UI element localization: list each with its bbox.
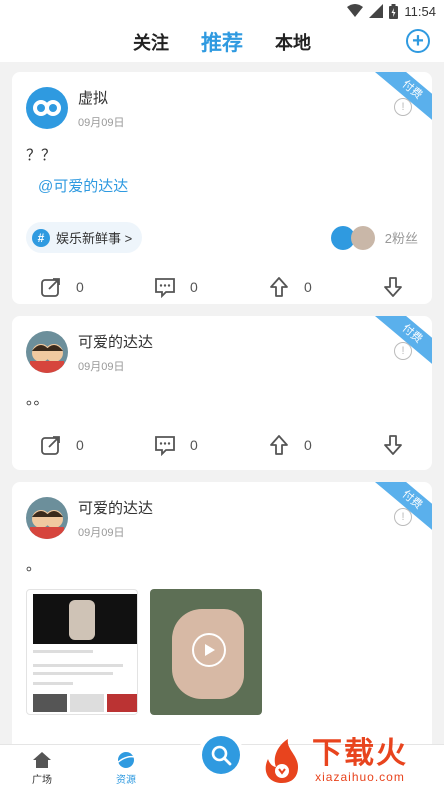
tab-local[interactable]: 本地 xyxy=(275,29,311,55)
avatar[interactable] xyxy=(26,331,68,373)
nav-square[interactable]: 广场 xyxy=(0,751,84,790)
signal-icon xyxy=(369,4,384,18)
nav-label: 资源 xyxy=(116,775,136,786)
upvote-button[interactable]: 0 xyxy=(268,276,364,298)
post-date: 09月09日 xyxy=(78,360,125,373)
status-time: 11:54 xyxy=(404,3,436,19)
share-count: 0 xyxy=(76,437,84,453)
top-nav: 关注 推荐 本地 + xyxy=(0,22,444,62)
fans-info[interactable]: 2粉丝 xyxy=(330,225,418,250)
share-count: 0 xyxy=(76,279,84,295)
battery-icon xyxy=(389,3,399,19)
downvote-button[interactable] xyxy=(382,434,404,456)
downvote-button[interactable] xyxy=(382,276,404,298)
post-text: 。。 xyxy=(26,391,49,408)
tab-following[interactable]: 关注 xyxy=(133,29,169,55)
status-bar: 11:54 xyxy=(0,0,444,22)
post-date: 09月09日 xyxy=(78,116,125,129)
comment-count: 0 xyxy=(190,279,198,295)
search-button[interactable] xyxy=(202,736,240,774)
report-icon[interactable]: ! xyxy=(394,98,412,116)
search-icon xyxy=(211,745,232,766)
flame-logo-icon xyxy=(258,737,306,785)
plus-icon: + xyxy=(412,30,424,52)
hash-icon: # xyxy=(32,228,50,247)
avatar[interactable] xyxy=(26,497,68,539)
up-arrow-icon xyxy=(270,435,288,455)
fans-count: 2粉丝 xyxy=(384,231,418,246)
upvote-count: 0 xyxy=(304,437,312,453)
mention-link[interactable]: @可爱的达达 xyxy=(38,175,418,196)
author-name[interactable]: 可爱的达达 xyxy=(78,331,153,352)
comment-button[interactable]: 0 xyxy=(154,434,250,456)
report-icon[interactable]: ! xyxy=(394,342,412,360)
upvote-count: 0 xyxy=(304,279,312,295)
comment-icon xyxy=(155,436,175,456)
avatar xyxy=(350,225,375,250)
post-card[interactable]: 付费 虚拟 09月09日 ! ？？ @可爱的达达 # 娱乐新鲜事 > 2粉丝 0… xyxy=(12,72,432,304)
avatar[interactable] xyxy=(26,87,68,129)
share-icon xyxy=(41,436,60,455)
watermark: 下载火 xiazaihuo.com xyxy=(258,732,444,790)
watermark-brand: 下载火 xyxy=(312,737,408,770)
upvote-button[interactable]: 0 xyxy=(268,434,364,456)
comment-button[interactable]: 0 xyxy=(154,276,250,298)
video-thumbnail[interactable] xyxy=(150,589,262,715)
play-icon[interactable] xyxy=(192,633,226,667)
topic-tag[interactable]: # 娱乐新鲜事 > xyxy=(26,222,143,253)
author-name[interactable]: 虚拟 xyxy=(78,87,124,108)
add-post-button[interactable]: + xyxy=(406,29,430,53)
post-text: ？？ xyxy=(26,147,57,164)
watermark-domain: xiazaihuo.com xyxy=(315,770,405,784)
post-card[interactable]: 付费 可爱的达达 09月09日 ! 。。 0 0 0 xyxy=(12,316,432,470)
share-button[interactable]: 0 xyxy=(40,434,136,456)
home-icon xyxy=(33,752,51,768)
post-date: 09月09日 xyxy=(78,526,125,539)
feed[interactable]: 付费 虚拟 09月09日 ! ？？ @可爱的达达 # 娱乐新鲜事 > 2粉丝 0… xyxy=(0,62,444,744)
post-card[interactable]: 付费 可爱的达达 09月09日 ! 。 xyxy=(12,482,432,744)
topic-label: 娱乐新鲜事 > xyxy=(56,231,133,246)
wifi-icon xyxy=(347,4,364,18)
nav-resources[interactable]: 资源 xyxy=(84,751,168,790)
up-arrow-icon xyxy=(270,277,288,297)
author-name[interactable]: 可爱的达达 xyxy=(78,497,153,518)
down-arrow-icon xyxy=(384,435,402,455)
report-icon[interactable]: ! xyxy=(394,508,412,526)
share-button[interactable]: 0 xyxy=(40,276,136,298)
comment-icon xyxy=(155,278,175,298)
nav-label: 广场 xyxy=(32,775,52,786)
tab-recommended[interactable]: 推荐 xyxy=(201,27,243,57)
planet-icon xyxy=(116,752,136,768)
share-icon xyxy=(41,278,60,297)
post-text: 。 xyxy=(26,557,42,574)
comment-count: 0 xyxy=(190,437,198,453)
screenshot-thumbnail[interactable] xyxy=(26,589,138,715)
down-arrow-icon xyxy=(384,277,402,297)
